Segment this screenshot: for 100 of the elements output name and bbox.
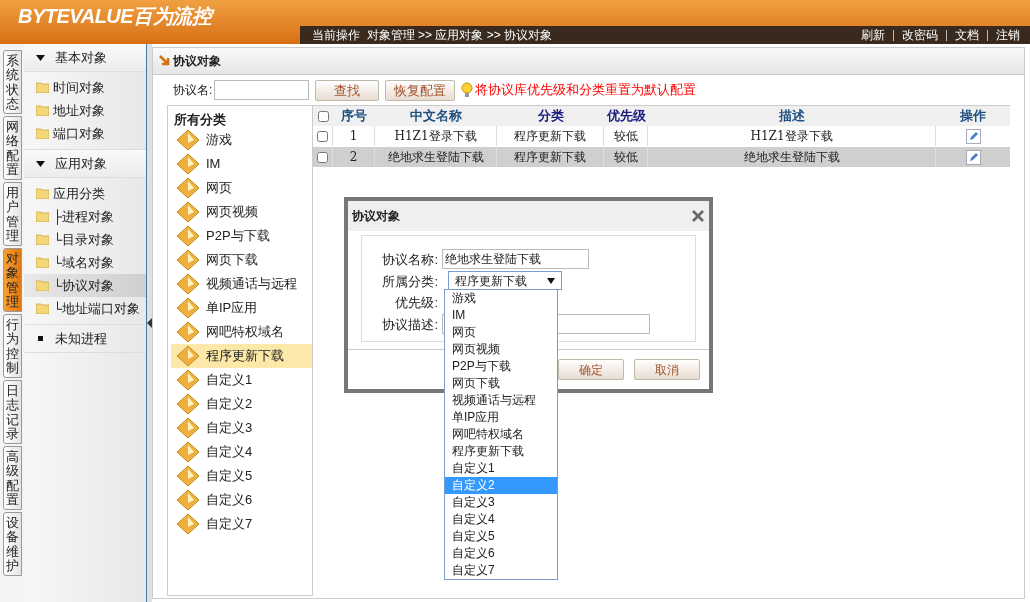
dropdown-option[interactable]: 自定义3 bbox=[445, 494, 557, 511]
category-item[interactable]: 网页视频 bbox=[171, 200, 312, 224]
dropdown-option[interactable]: 程序更新下载 bbox=[445, 443, 557, 460]
row-checkbox[interactable] bbox=[317, 151, 328, 163]
category-item[interactable]: 网页 bbox=[171, 176, 312, 200]
category-item[interactable]: 自定义1 bbox=[171, 368, 312, 392]
header-link[interactable]: 刷新 bbox=[861, 26, 885, 44]
category-item[interactable]: 视频通话与远程 bbox=[171, 272, 312, 296]
search-label: 协议名: bbox=[173, 82, 213, 99]
nav-tab[interactable]: 网络配置 bbox=[3, 116, 22, 180]
category-item[interactable]: P2P与下载 bbox=[171, 224, 312, 248]
diamond-icon bbox=[176, 201, 200, 223]
category-item[interactable]: 自定义7 bbox=[171, 512, 312, 536]
field-label: 所属分类: bbox=[382, 273, 438, 291]
dialog-button[interactable]: 确定 bbox=[558, 359, 624, 380]
action-button[interactable]: 恢复配置 bbox=[385, 79, 456, 101]
group-header[interactable]: 应用对象 bbox=[24, 150, 146, 178]
table-cell: 绝地求生登陆下载 bbox=[648, 147, 936, 167]
sidebar-item[interactable]: 未知进程 bbox=[24, 325, 146, 353]
column-header: 优先级 bbox=[605, 107, 647, 126]
close-icon[interactable] bbox=[691, 209, 705, 223]
dropdown-option[interactable]: 自定义7 bbox=[445, 562, 557, 579]
sidebar-item[interactable]: └目录对象 bbox=[24, 228, 146, 251]
bullet-icon bbox=[38, 336, 43, 341]
nav-tab[interactable]: 设备维护 bbox=[3, 512, 22, 576]
folder-icon bbox=[36, 211, 49, 222]
category-item[interactable]: 自定义5 bbox=[171, 464, 312, 488]
sidebar-item[interactable]: └协议对象 bbox=[24, 274, 146, 297]
diamond-icon bbox=[176, 249, 200, 271]
category-item[interactable]: 自定义6 bbox=[171, 488, 312, 512]
folder-icon bbox=[36, 280, 49, 291]
search-field[interactable] bbox=[214, 80, 310, 100]
hint-text: 将协议库优先级和分类重置为默认配置 bbox=[475, 81, 697, 100]
category-item[interactable]: 程序更新下载 bbox=[171, 344, 312, 368]
dropdown-option[interactable]: 网页视频 bbox=[445, 341, 557, 358]
header-link[interactable]: 文档 bbox=[955, 26, 979, 44]
group-header[interactable]: 基本对象 bbox=[24, 44, 146, 72]
dropdown-option[interactable]: P2P与下载 bbox=[445, 358, 557, 375]
dropdown-option[interactable]: 自定义4 bbox=[445, 511, 557, 528]
sidebar-item[interactable]: ├进程对象 bbox=[24, 205, 146, 228]
category-item[interactable]: 自定义2 bbox=[171, 392, 312, 416]
category-heading: 所有分类 bbox=[173, 111, 227, 128]
breadcrumb: 当前操作 对象管理 >> 应用对象 >> 协议对象 bbox=[312, 27, 553, 44]
category-item[interactable]: 单IP应用 bbox=[171, 296, 312, 320]
sidebar-item[interactable]: 时间对象 bbox=[24, 76, 146, 99]
dropdown-option[interactable]: IM bbox=[445, 307, 557, 324]
dialog-title: 协议对象 bbox=[352, 208, 400, 225]
dropdown-option[interactable]: 自定义5 bbox=[445, 528, 557, 545]
diamond-icon bbox=[176, 345, 200, 367]
edit-icon[interactable] bbox=[965, 128, 981, 144]
category-item[interactable]: 自定义3 bbox=[171, 416, 312, 440]
header-link[interactable]: 改密码 bbox=[902, 26, 938, 44]
sidebar-item[interactable]: └域名对象 bbox=[24, 251, 146, 274]
column-header: 中文名称 bbox=[409, 107, 463, 126]
category-item[interactable]: 网页下载 bbox=[171, 248, 312, 272]
sidebar-item[interactable]: 应用分类 bbox=[24, 182, 146, 205]
dropdown-option[interactable]: 自定义1 bbox=[445, 460, 557, 477]
folder-icon bbox=[36, 82, 49, 93]
nav-tab[interactable]: 日志记录 bbox=[3, 380, 22, 444]
panel-title: 协议对象 bbox=[173, 53, 221, 70]
nav-tab[interactable]: 系统状态 bbox=[3, 50, 22, 114]
dropdown-option[interactable]: 视频通话与远程 bbox=[445, 392, 557, 409]
header-link[interactable]: 注销 bbox=[996, 26, 1020, 44]
table-cell: 较低 bbox=[604, 147, 648, 167]
diamond-icon bbox=[176, 177, 200, 199]
nav-tab[interactable]: 行为控制 bbox=[3, 314, 22, 378]
action-button[interactable]: 查找 bbox=[315, 79, 380, 101]
folder-icon bbox=[36, 188, 49, 199]
dropdown-option[interactable]: 网页下载 bbox=[445, 375, 557, 392]
nav-tab[interactable]: 高级配置 bbox=[3, 446, 22, 510]
nav-tab[interactable]: 用户管理 bbox=[3, 182, 22, 246]
field-label: 优先级: bbox=[395, 294, 438, 312]
folder-icon bbox=[36, 128, 49, 139]
table-cell: 绝地求生登陆下载 bbox=[375, 147, 497, 167]
nav-tab[interactable]: 对象管理 bbox=[3, 248, 22, 312]
row-checkbox[interactable] bbox=[317, 130, 328, 142]
sidebar-item[interactable]: 端口对象 bbox=[24, 122, 146, 145]
dropdown-option[interactable]: 单IP应用 bbox=[445, 409, 557, 426]
dropdown-option[interactable]: 网页 bbox=[445, 324, 557, 341]
dropdown-option[interactable]: 游戏 bbox=[445, 290, 557, 307]
edit-icon[interactable] bbox=[965, 149, 981, 165]
name-field[interactable]: 绝地求生登陆下载 bbox=[442, 249, 589, 269]
sidebar-item[interactable]: └地址端口对象 bbox=[24, 297, 146, 320]
folder-icon bbox=[36, 257, 49, 268]
select-all-checkbox[interactable] bbox=[317, 110, 329, 122]
dropdown-option[interactable]: 网吧特权域名 bbox=[445, 426, 557, 443]
category-item[interactable]: 游戏 bbox=[171, 128, 312, 152]
diamond-icon bbox=[176, 369, 200, 391]
diamond-icon bbox=[176, 417, 200, 439]
diamond-icon bbox=[176, 153, 200, 175]
dropdown-option[interactable]: 自定义6 bbox=[445, 545, 557, 562]
dialog-button[interactable]: 取消 bbox=[634, 359, 700, 380]
category-item[interactable]: IM bbox=[171, 152, 312, 176]
folder-icon bbox=[36, 234, 49, 245]
category-item[interactable]: 网吧特权域名 bbox=[171, 320, 312, 344]
diamond-icon bbox=[176, 441, 200, 463]
table-cell: 2 bbox=[333, 147, 375, 167]
category-select[interactable]: 程序更新下载 bbox=[448, 271, 562, 290]
category-item[interactable]: 自定义4 bbox=[171, 440, 312, 464]
sidebar-item[interactable]: 地址对象 bbox=[24, 99, 146, 122]
